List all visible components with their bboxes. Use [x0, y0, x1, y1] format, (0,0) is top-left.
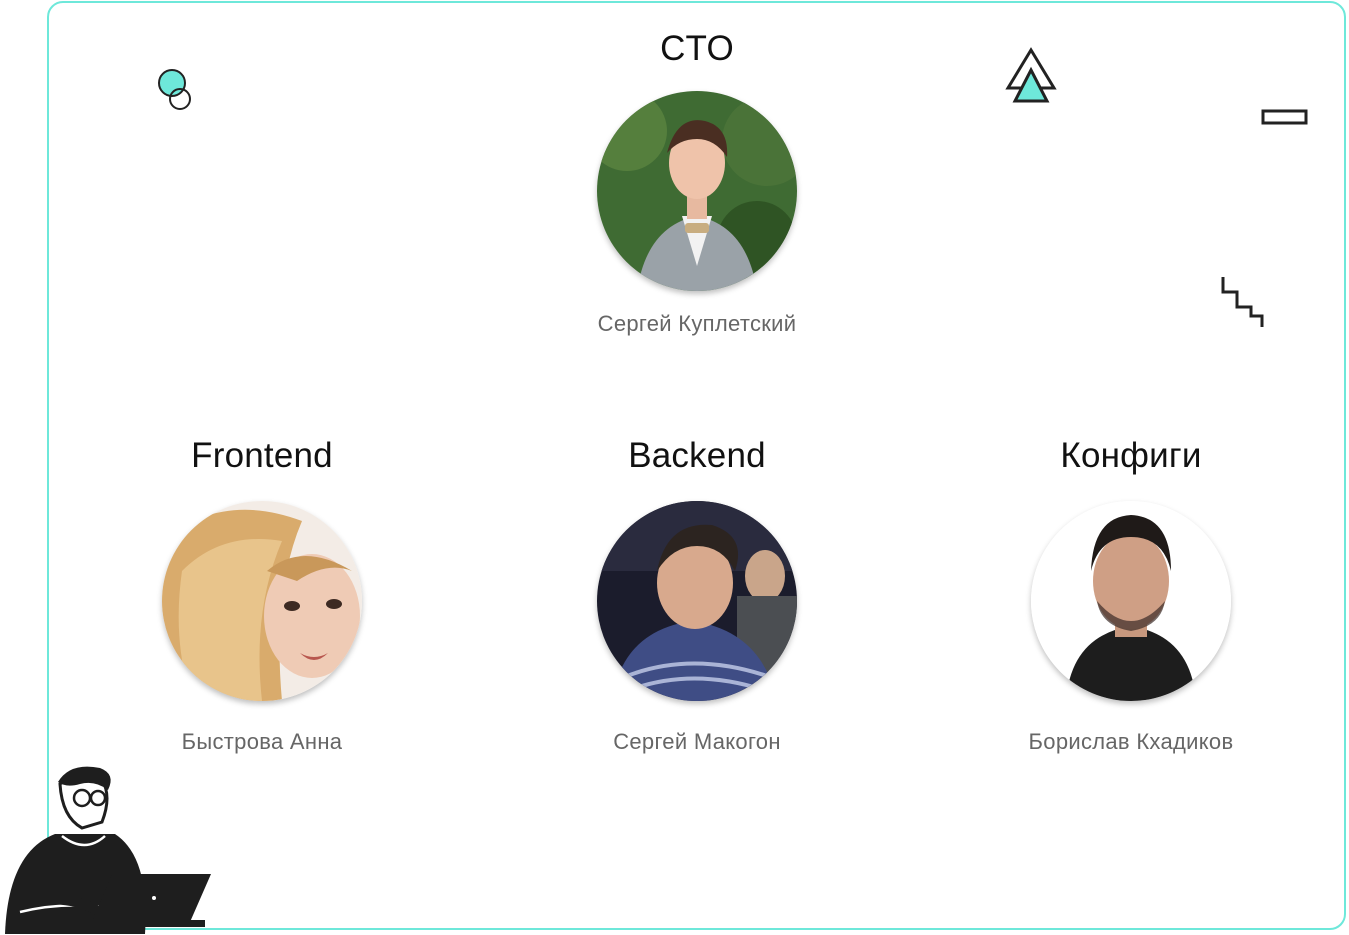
member-name-backend: Сергей Макогон	[613, 729, 781, 754]
member-backend: Backend Сергей Макогон	[517, 436, 877, 755]
avatar-backend	[597, 501, 797, 701]
member-cto: CTO Сергей Куплетский	[517, 29, 877, 337]
rectangle-icon	[1261, 109, 1308, 125]
avatar-frontend	[162, 501, 362, 701]
member-name-frontend: Быстрова Анна	[181, 729, 343, 754]
avatar-cto	[597, 91, 797, 291]
role-title-backend: Backend	[628, 436, 766, 475]
role-title-frontend: Frontend	[191, 436, 333, 475]
role-title-cto: CTO	[660, 29, 734, 68]
member-name-cto: Сергей Куплетский	[597, 311, 797, 336]
bubbles-icon	[158, 69, 191, 110]
member-name-configs: Борислав Кхадиков	[1028, 729, 1234, 754]
triangle-icon	[1005, 47, 1057, 103]
avatar-configs	[1031, 501, 1231, 701]
role-title-configs: Конфиги	[1060, 436, 1202, 475]
member-configs: Конфиги Борислав Кхадиков	[951, 436, 1311, 755]
member-frontend: Frontend Быстрова Анна	[82, 436, 442, 755]
developer-with-laptop-illustration	[5, 766, 211, 934]
steps-icon	[1221, 277, 1264, 327]
